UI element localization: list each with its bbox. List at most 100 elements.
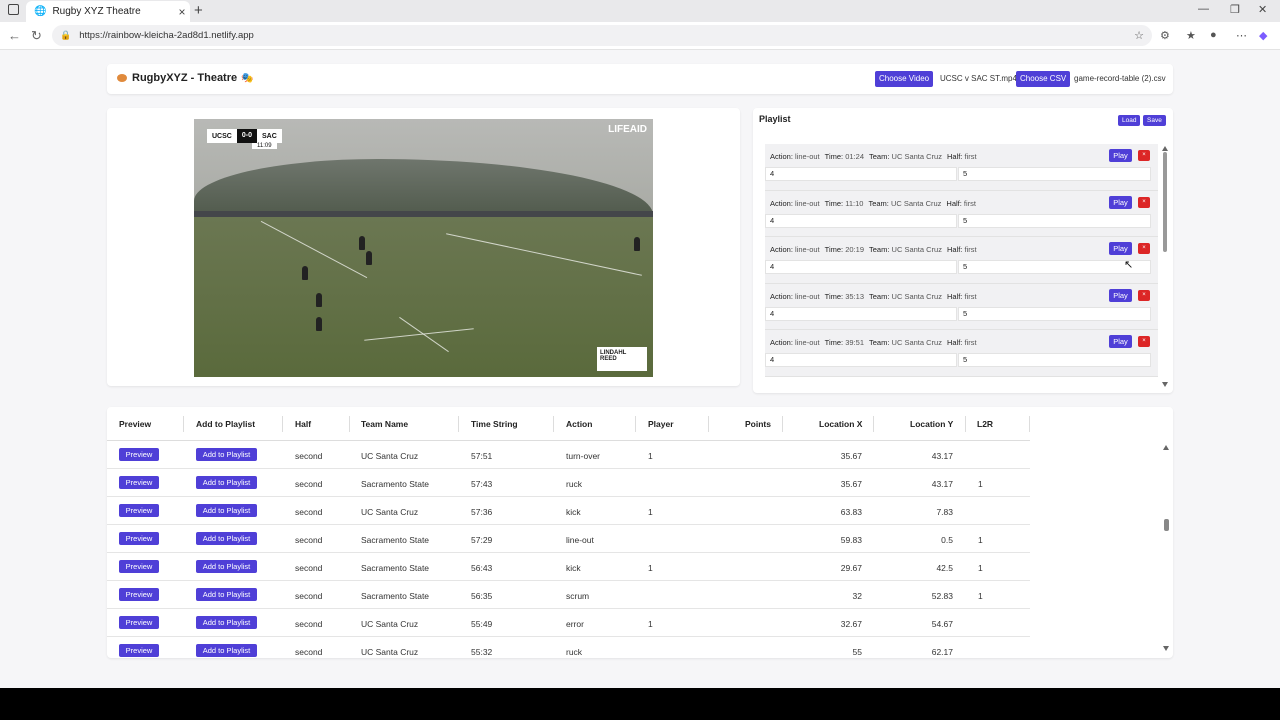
url-text[interactable]: https://rainbow-kleicha-2ad8d1.netlify.a… [79, 30, 1134, 41]
play-button[interactable]: Play [1109, 149, 1132, 162]
rugby-player [302, 266, 308, 280]
playlist-item: Action: line-out Time: 35:13 Team: UC Sant… [765, 283, 1158, 331]
extensions-icon[interactable]: ⚙ [1160, 29, 1170, 42]
new-tab-button[interactable]: + [194, 2, 203, 19]
col-player: Player [648, 419, 674, 429]
choose-csv-button[interactable]: Choose CSV [1016, 71, 1071, 87]
start-offset-input[interactable]: 4 [765, 306, 957, 321]
choose-video-button[interactable]: Choose Video [875, 71, 934, 87]
preview-button[interactable]: Preview [119, 644, 159, 657]
profile-avatar-icon[interactable]: ● [1210, 29, 1217, 41]
preview-button[interactable]: Preview [119, 448, 159, 461]
copilot-icon[interactable]: ◆ [1259, 29, 1267, 42]
add-to-playlist-button[interactable]: Add to Playlist [196, 504, 257, 517]
remove-button[interactable]: × [1138, 196, 1150, 208]
cell-location-y: 62.17 [931, 647, 953, 657]
rugby-player [366, 251, 372, 265]
refresh-icon[interactable]: ↻ [31, 28, 42, 44]
playlist-item: Action: line-out Time: 01:24 Team: UC Sant… [765, 144, 1158, 191]
back-icon[interactable]: ← [8, 28, 21, 43]
game-record-table: Preview Add to Playlist Half Team Name T… [107, 407, 1173, 658]
preview-button[interactable]: Preview [119, 560, 159, 573]
scroll-down-icon[interactable] [1163, 646, 1169, 651]
sponsor-logo-lindahl: LINDAHL REED [597, 347, 647, 371]
start-offset-input[interactable]: 4 [765, 213, 957, 228]
maximize-icon[interactable]: ❐ [1230, 3, 1240, 16]
remove-button[interactable]: × [1138, 289, 1150, 301]
playlist-item: Action: line-out Time: 39:51 Team: UC Sant… [765, 330, 1158, 377]
playlist-panel: Playlist Load Save Action: line-out Time:… [753, 108, 1173, 393]
table-body: Preview Add to Playlist second UC Santa Cru… [107, 441, 1030, 657]
add-to-playlist-button[interactable]: Add to Playlist [196, 476, 257, 489]
preview-button[interactable]: Preview [119, 476, 159, 489]
tab-title: Rugby XYZ Theatre [52, 6, 141, 17]
save-button[interactable]: Save [1143, 115, 1166, 126]
window-close-icon[interactable]: ✕ [1258, 3, 1267, 16]
end-offset-input[interactable]: 5 [958, 213, 1151, 228]
play-button[interactable]: Play [1109, 288, 1132, 302]
playlist-title: Playlist [759, 114, 791, 124]
preview-button[interactable]: Preview [119, 504, 159, 517]
start-offset-input[interactable]: 4 [765, 167, 957, 181]
rugby-player [316, 317, 322, 331]
minimize-icon[interactable]: — [1198, 3, 1209, 15]
sponsor-logo-lifeaid: LIFEAID [608, 124, 647, 135]
cell-player: 1 [648, 451, 653, 461]
cell-half: second [295, 479, 323, 489]
add-to-playlist-button[interactable]: Add to Playlist [196, 588, 257, 601]
csv-file-name: game-record-table (2).csv [1074, 74, 1166, 83]
end-offset-input[interactable]: 5 [958, 167, 1151, 181]
remove-button[interactable]: × [1138, 150, 1150, 161]
load-button[interactable]: Load [1118, 115, 1141, 126]
site-info-icon[interactable]: 🔒 [60, 30, 71, 41]
play-button[interactable]: Play [1109, 335, 1132, 349]
preview-button[interactable]: Preview [119, 588, 159, 601]
table-row: Preview Add to Playlist second UC Santa Cru… [107, 637, 1030, 657]
address-toolbar: ← ↻ 🔒 https://rainbow-kleicha-2ad8d1.net… [0, 22, 1280, 50]
scroll-thumb[interactable] [1163, 152, 1167, 252]
sidebar-toggle-icon[interactable] [8, 4, 19, 15]
scroll-up-icon[interactable] [1163, 445, 1169, 450]
remove-button[interactable]: × [1138, 336, 1150, 348]
end-offset-input[interactable]: 5 [958, 353, 1151, 368]
address-bar[interactable]: 🔒 https://rainbow-kleicha-2ad8d1.netlify… [52, 25, 1152, 46]
cell-location-x: 63.83 [840, 507, 862, 517]
video-card: UCSC 0-0 SAC 11:09 LIFEAID LINDAHL REED [107, 108, 740, 386]
cell-half: second [295, 647, 323, 657]
playlist-scrollbar[interactable] [1162, 144, 1168, 389]
play-button[interactable]: Play [1109, 242, 1132, 256]
col-location-y: Location Y [910, 419, 954, 429]
preview-button[interactable]: Preview [119, 616, 159, 629]
scroll-up-icon[interactable] [1162, 146, 1168, 151]
playlist-item: Action: line-out Time: 11:10 Team: UC Sant… [765, 190, 1158, 238]
favorite-star-icon[interactable]: ☆ [1134, 29, 1144, 42]
cell-time: 57:43 [471, 479, 493, 489]
video-player[interactable]: UCSC 0-0 SAC 11:09 LIFEAID LINDAHL REED [194, 119, 653, 377]
cell-location-x: 32.67 [840, 619, 862, 629]
add-to-playlist-button[interactable]: Add to Playlist [196, 644, 257, 657]
end-offset-input[interactable]: 5 [958, 260, 1151, 275]
tab-close-icon[interactable]: × [174, 5, 190, 19]
cell-location-y: 0.5 [941, 535, 953, 545]
add-to-playlist-button[interactable]: Add to Playlist [196, 616, 257, 629]
scroll-down-icon[interactable] [1162, 382, 1168, 387]
add-to-playlist-button[interactable]: Add to Playlist [196, 448, 257, 461]
add-to-playlist-button[interactable]: Add to Playlist [196, 532, 257, 545]
remove-button[interactable]: × [1138, 243, 1150, 255]
table-scrollbar[interactable] [1163, 443, 1171, 653]
end-offset-input[interactable]: 5 [958, 306, 1151, 321]
scroll-thumb[interactable] [1164, 519, 1169, 531]
score: 0-0 [236, 129, 257, 143]
more-menu-icon[interactable]: ⋯ [1236, 29, 1247, 42]
cell-team: Sacramento State [361, 479, 430, 489]
col-add-to-playlist: Add to Playlist [196, 419, 256, 429]
add-to-playlist-button[interactable]: Add to Playlist [196, 560, 257, 573]
play-button[interactable]: Play [1109, 195, 1132, 209]
preview-button[interactable]: Preview [119, 532, 159, 545]
mouse-cursor-icon: ↖ [1124, 259, 1134, 271]
favorites-icon[interactable]: ★ [1186, 29, 1196, 42]
start-offset-input[interactable]: 4 [765, 260, 957, 275]
cell-action: kick [566, 563, 581, 573]
start-offset-input[interactable]: 4 [765, 353, 957, 368]
browser-tab[interactable]: 🌐 Rugby XYZ Theatre × [26, 1, 190, 22]
